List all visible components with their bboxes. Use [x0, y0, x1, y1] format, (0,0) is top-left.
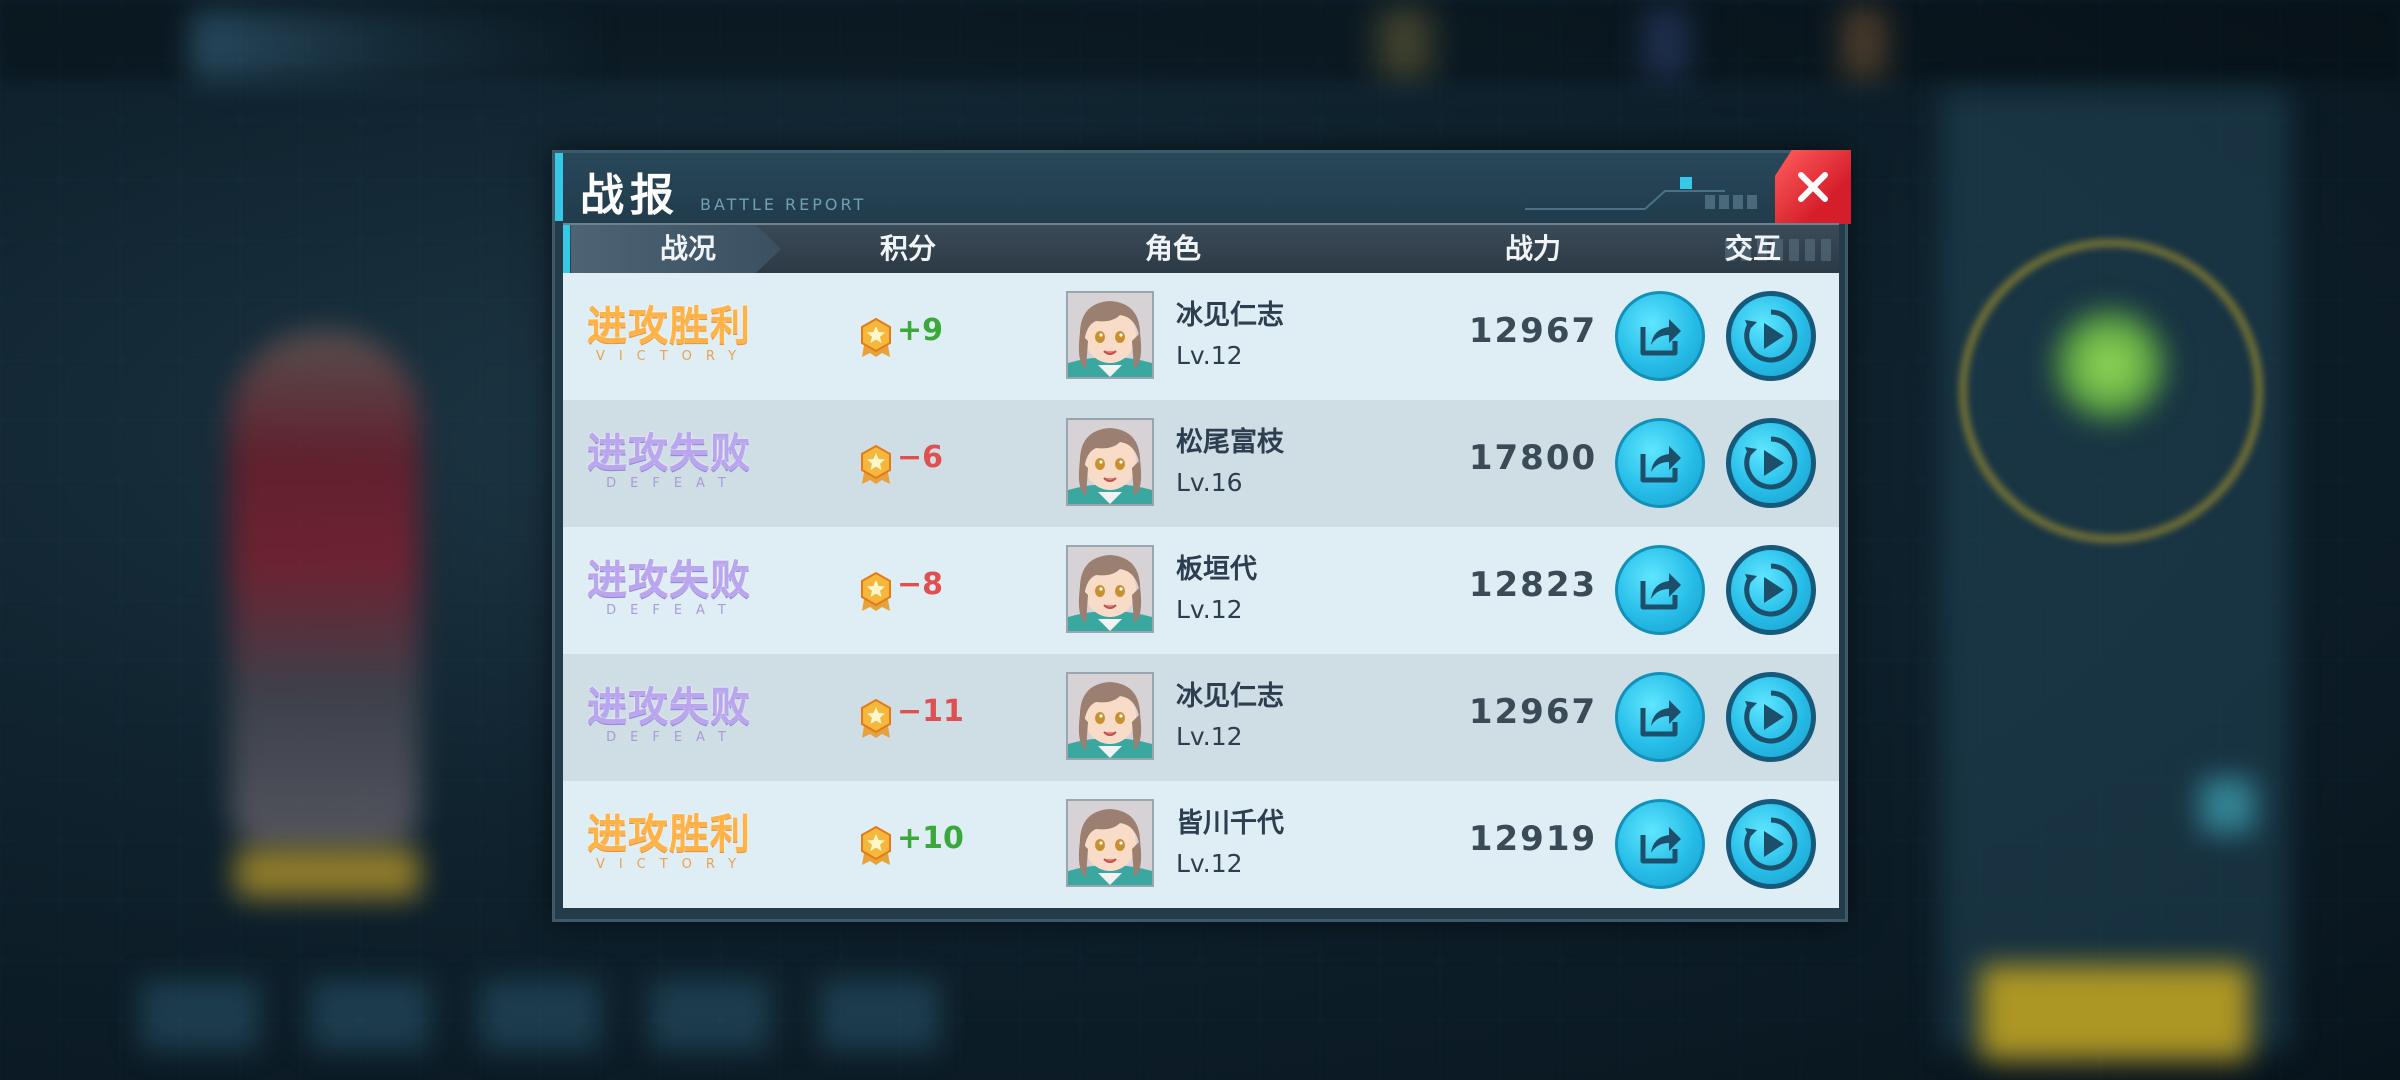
character-level: Lv.12 [1176, 595, 1243, 624]
result-label: 进攻胜利 [587, 303, 751, 349]
battle-result: 进攻失败 DEFEAT [585, 557, 753, 627]
replay-button[interactable] [1726, 418, 1816, 508]
play-icon [1744, 563, 1798, 617]
character-level: Lv.16 [1176, 468, 1243, 497]
replay-button[interactable] [1726, 291, 1816, 381]
character-level: Lv.12 [1176, 722, 1243, 751]
share-button[interactable] [1615, 418, 1705, 508]
score-change: −8 [897, 567, 944, 602]
background-bottom-buttons [140, 980, 980, 1050]
character-avatar [1066, 418, 1154, 506]
background-back-area [190, 10, 610, 80]
play-icon [1744, 436, 1798, 490]
character-name: 板垣代 [1176, 554, 1257, 585]
background-yellow-button [1980, 965, 2250, 1060]
play-icon [1744, 309, 1798, 363]
title-decoration [1525, 177, 1757, 210]
character-avatar [1066, 545, 1154, 633]
background-orb [2055, 310, 2165, 420]
battle-row: 进攻失败 DEFEAT −11 冰见仁志 Lv.12 12967 [563, 654, 1839, 781]
battle-list: 进攻胜利 VICTORY +9 冰见仁志 Lv.12 12967 进攻失败 DE… [563, 273, 1839, 908]
share-button[interactable] [1615, 799, 1705, 889]
header-character: 角色 [1144, 232, 1201, 265]
character-level: Lv.12 [1176, 849, 1243, 878]
result-label: 进攻失败 [587, 430, 751, 476]
table-header: 战况 积分 角色 战力 交互 [563, 223, 1839, 273]
star-medal-icon [861, 825, 891, 865]
share-icon [1640, 573, 1681, 610]
replay-button[interactable] [1726, 545, 1816, 635]
character-avatar [1066, 291, 1154, 379]
battle-row: 进攻失败 DEFEAT −6 松尾富枝 Lv.16 17800 [563, 400, 1839, 527]
battle-row: 进攻失败 DEFEAT −8 板垣代 Lv.12 12823 [563, 527, 1839, 654]
background-right-panel [1940, 90, 2290, 1050]
character-avatar [1066, 672, 1154, 760]
share-button[interactable] [1615, 545, 1705, 635]
share-icon [1640, 319, 1681, 356]
background-cyan-button [2200, 778, 2255, 833]
score-change: −6 [897, 440, 944, 475]
score-change: −11 [897, 694, 964, 729]
replay-button[interactable] [1726, 799, 1816, 889]
dialog-title: 战报 [580, 170, 680, 221]
character-name: 冰见仁志 [1176, 681, 1284, 712]
star-medal-icon [861, 444, 891, 484]
result-label: 进攻胜利 [587, 811, 751, 857]
share-icon [1640, 700, 1681, 737]
star-medal-icon [861, 317, 891, 357]
result-label-en: VICTORY [595, 857, 751, 872]
battle-result: 进攻胜利 VICTORY [585, 303, 753, 373]
replay-button[interactable] [1726, 672, 1816, 762]
score-change: +9 [897, 313, 944, 348]
battle-row: 进攻胜利 VICTORY +10 皆川千代 Lv.12 12919 [563, 781, 1839, 908]
header-interaction: 交互 [1724, 232, 1781, 265]
battle-report-dialog: 战报 BATTLE REPORT 战况 积分 角色 战力 交互 进攻胜利 VIC… [552, 150, 1851, 922]
share-icon [1640, 827, 1681, 864]
battle-result: 进攻胜利 VICTORY [585, 811, 753, 881]
background-resource-icons [1360, 8, 2260, 78]
character-name: 松尾富枝 [1176, 427, 1284, 458]
battle-result: 进攻失败 DEFEAT [585, 430, 753, 500]
dialog-subtitle: BATTLE REPORT [700, 195, 867, 214]
star-medal-icon [861, 698, 891, 738]
result-label: 进攻失败 [587, 557, 751, 603]
dialog-bottom-edge [563, 897, 1839, 905]
result-label: 进攻失败 [587, 684, 751, 730]
header-accent-bar [563, 225, 570, 273]
play-icon [1744, 690, 1798, 744]
share-button[interactable] [1615, 291, 1705, 381]
score-change: +10 [897, 821, 964, 856]
star-medal-icon [861, 571, 891, 611]
header-status: 战况 [659, 232, 716, 265]
header-score: 积分 [879, 232, 936, 265]
close-icon [1798, 172, 1828, 202]
battle-result: 进攻失败 DEFEAT [585, 684, 753, 754]
result-label-en: DEFEAT [606, 476, 740, 491]
character-name: 皆川千代 [1176, 808, 1284, 839]
battle-row: 进攻胜利 VICTORY +9 冰见仁志 Lv.12 12967 [563, 273, 1839, 400]
result-label-en: DEFEAT [606, 603, 740, 618]
share-icon [1640, 446, 1681, 483]
background-character-base [235, 848, 420, 898]
background-character [230, 330, 420, 850]
title-accent-bar [555, 153, 563, 221]
share-button[interactable] [1615, 672, 1705, 762]
result-label-en: VICTORY [595, 349, 751, 364]
play-icon [1744, 817, 1798, 871]
result-label-en: DEFEAT [606, 730, 740, 745]
close-button[interactable] [1775, 150, 1851, 224]
dialog-title-bar: 战报 BATTLE REPORT [555, 153, 1845, 221]
character-avatar [1066, 799, 1154, 887]
header-power: 战力 [1504, 232, 1561, 265]
character-level: Lv.12 [1176, 341, 1243, 370]
character-name: 冰见仁志 [1176, 300, 1284, 331]
